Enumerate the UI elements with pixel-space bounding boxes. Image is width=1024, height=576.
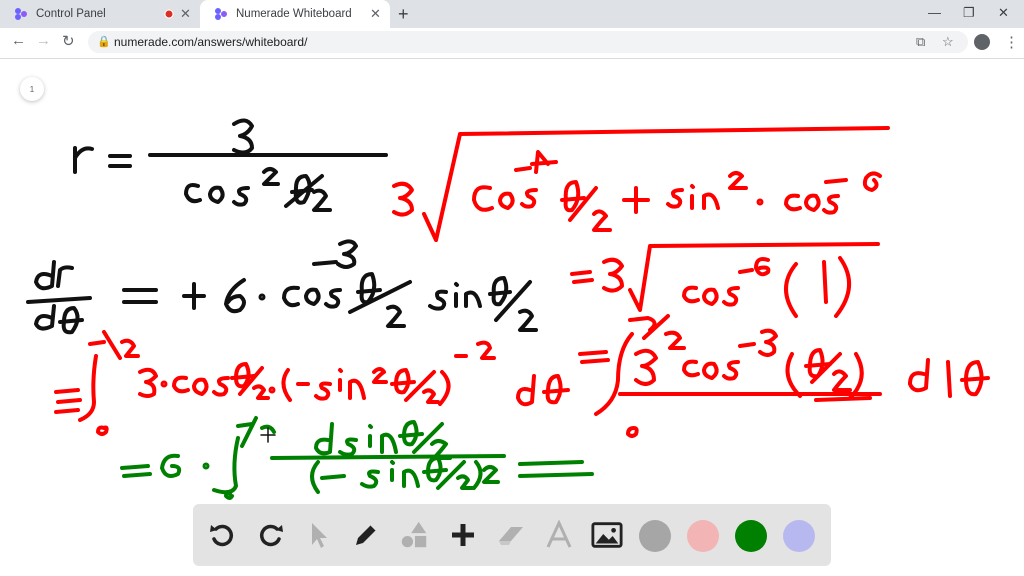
back-icon[interactable]: ← [11, 32, 26, 49]
numerade-logo-icon [15, 8, 27, 20]
select-pointer-icon[interactable] [303, 519, 335, 551]
color-swatch-green[interactable] [735, 520, 767, 552]
pen-icon[interactable] [350, 519, 382, 551]
tab-title: Numerade Whiteboard [236, 8, 352, 20]
redo-icon[interactable] [255, 519, 287, 551]
undo-icon[interactable] [206, 519, 238, 551]
tab-title: Control Panel [36, 8, 106, 20]
eraser-icon[interactable] [495, 519, 527, 551]
address-bar[interactable]: 🔒 numerade.com/answers/whiteboard/ ⧉ ☆ [88, 31, 968, 53]
numerade-logo-icon [215, 8, 227, 20]
recording-icon [164, 9, 174, 19]
image-icon[interactable] [591, 519, 623, 551]
stroke-black-derivative [26, 239, 538, 335]
forward-icon[interactable]: → [36, 32, 51, 49]
shapes-icon[interactable] [398, 519, 430, 551]
stroke-red-work [54, 126, 990, 438]
tab-control-panel[interactable]: Control Panel ✕ [0, 0, 198, 28]
menu-icon[interactable]: ⋮ [1004, 33, 1019, 51]
close-tab-icon[interactable]: ✕ [180, 6, 191, 22]
stroke-black-equation [73, 118, 388, 212]
page-number-badge[interactable]: 1 [20, 77, 44, 101]
reload-icon[interactable]: ↻ [62, 32, 75, 50]
restore-icon[interactable]: ❐ [963, 5, 975, 21]
lock-icon: 🔒 [97, 36, 111, 48]
whiteboard-toolbar [193, 504, 831, 566]
close-window-icon[interactable]: ✕ [998, 5, 1009, 21]
add-icon[interactable] [447, 519, 479, 551]
translate-icon[interactable]: ⧉ [916, 34, 925, 50]
new-tab-button[interactable]: + [398, 4, 409, 25]
profile-avatar-icon[interactable] [974, 34, 990, 50]
color-swatch-pink[interactable] [687, 520, 719, 552]
url-text: numerade.com/answers/whiteboard/ [114, 35, 308, 49]
tab-numerade-whiteboard[interactable]: Numerade Whiteboard ✕ [200, 0, 390, 28]
text-tool-icon[interactable] [543, 519, 575, 551]
minimize-icon[interactable]: — [928, 5, 941, 20]
bookmark-star-icon[interactable]: ☆ [942, 34, 954, 50]
color-swatch-lavender[interactable] [783, 520, 815, 552]
whiteboard-canvas[interactable] [0, 58, 1024, 576]
color-swatch-gray[interactable] [639, 520, 671, 552]
close-tab-icon[interactable]: ✕ [370, 6, 381, 22]
tab-strip: Control Panel ✕ Numerade Whiteboard ✕ + … [0, 0, 1024, 28]
stroke-green-work [120, 416, 594, 500]
browser-toolbar: ← → ↻ 🔒 numerade.com/answers/whiteboard/… [0, 28, 1024, 59]
